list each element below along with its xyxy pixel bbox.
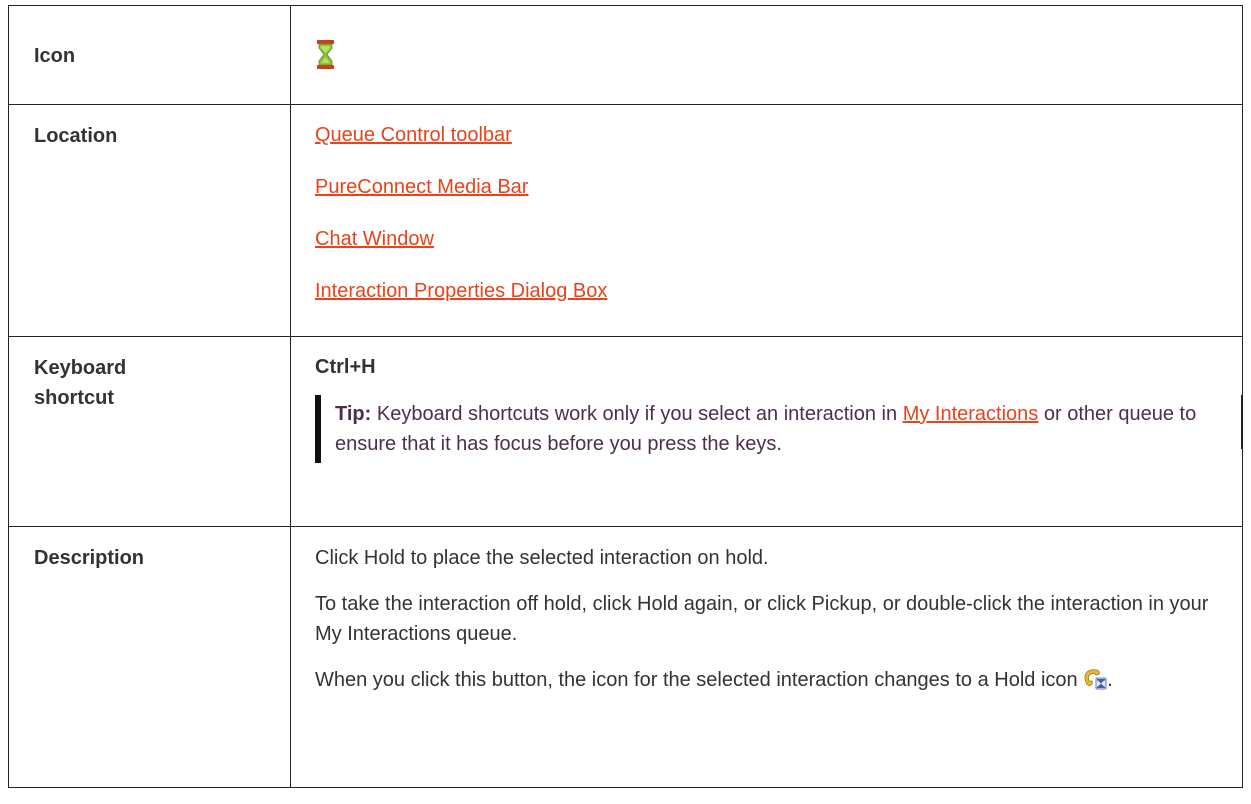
hourglass-icon (317, 40, 334, 69)
row-label-keyboard-line2: shortcut (34, 387, 114, 409)
description-paragraph-3-text: When you click this button, the icon for… (315, 669, 1078, 691)
tip-callout: Tip: Keyboard shortcuts work only if you… (315, 395, 1242, 463)
row-value-location: Queue Control toolbar PureConnect Media … (290, 104, 1243, 337)
link-my-interactions[interactable]: My Interactions (903, 403, 1039, 425)
table-row-description: Description Click Hold to place the sele… (8, 526, 1243, 788)
link-interaction-properties-dialog[interactable]: Interaction Properties Dialog Box (315, 277, 1218, 305)
tip-text-before: Keyboard shortcuts work only if you sele… (376, 403, 898, 425)
link-chat-window[interactable]: Chat Window (315, 225, 1218, 253)
description-paragraph-2: To take the interaction off hold, click … (315, 593, 1209, 645)
row-label-keyboard: Keyboard shortcut (8, 336, 291, 527)
row-label-icon: Icon (8, 5, 291, 105)
table-row-icon: Icon (8, 5, 1243, 105)
table-row-location: Location Queue Control toolbar PureConne… (8, 104, 1243, 337)
properties-table: Icon Location Queue Control toolbar Pure… (8, 5, 1243, 788)
link-queue-control-toolbar[interactable]: Queue Control toolbar (315, 121, 1218, 149)
row-value-keyboard: Ctrl+H Tip: Keyboard shortcuts work only… (290, 336, 1243, 527)
table-row-keyboard: Keyboard shortcut Ctrl+H Tip: Keyboard s… (8, 336, 1243, 527)
hold-phone-icon (1084, 669, 1107, 690)
description-paragraph-3: When you click this button, the icon for… (315, 665, 1218, 695)
tip-label: Tip: (335, 403, 372, 425)
row-value-description: Click Hold to place the selected interac… (290, 526, 1243, 788)
row-label-description: Description (8, 526, 291, 788)
row-value-icon (290, 5, 1243, 105)
keyboard-shortcut: Ctrl+H (315, 356, 376, 378)
row-label-keyboard-line1: Keyboard (34, 357, 127, 379)
description-paragraph-3-end: . (1107, 669, 1113, 691)
row-label-location: Location (8, 104, 291, 337)
link-pureconnect-media-bar[interactable]: PureConnect Media Bar (315, 173, 1218, 201)
description-paragraph-1: Click Hold to place the selected interac… (315, 547, 769, 569)
